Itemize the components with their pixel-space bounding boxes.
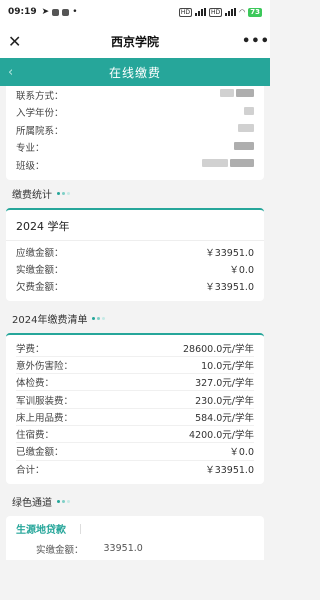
- fee-row: 住宿费： 4200.0元/学年: [16, 426, 254, 444]
- redacted-value: [220, 89, 254, 100]
- wifi-icon: ◠: [239, 8, 246, 16]
- loan-title-text: 生源地贷款: [16, 525, 66, 537]
- stats-label: 欠费金额：: [16, 282, 64, 293]
- fee-label: 意外伤害险：: [16, 360, 74, 372]
- stats-label: 实缴金额：: [16, 265, 64, 276]
- fee-label: 床上用品费：: [16, 412, 74, 424]
- fee-label: 合计：: [16, 465, 45, 477]
- info-row-contact: 联系方式：: [16, 86, 254, 104]
- info-row-department: 所属院系：: [16, 121, 254, 139]
- redacted-value: [244, 106, 254, 118]
- status-bar-left: 09:19 ➤ •: [8, 7, 78, 17]
- stats-value: ￥33951.0: [205, 248, 254, 259]
- dots-decoration-icon: [92, 317, 106, 320]
- fee-value: 10.0元/学年: [201, 360, 254, 372]
- fee-value: 584.0元/学年: [195, 412, 254, 424]
- section-title-text: 缴费统计: [12, 190, 52, 201]
- status-bar: 09:19 ➤ • HD HD ◠ 73: [0, 0, 270, 24]
- message-notification-icon: [62, 8, 70, 16]
- dots-decoration-icon: [57, 500, 70, 504]
- notification-dot-icon: •: [72, 7, 78, 17]
- signal-icon: [195, 8, 206, 16]
- clock: 09:19: [8, 7, 37, 17]
- fee-label: 学费：: [16, 343, 45, 355]
- academic-year-title: 2024 学年: [6, 210, 264, 241]
- info-label: 专业：: [16, 143, 45, 155]
- loan-paid-label: 实缴金额：: [36, 544, 84, 556]
- payment-stats-card: 2024 学年 应缴金额： ￥33951.0 实缴金额： ￥0.0 欠费金额： …: [6, 207, 264, 301]
- redacted-value: [202, 159, 254, 170]
- fee-value: ￥33951.0: [205, 465, 254, 477]
- stats-row-due: 应缴金额： ￥33951.0: [16, 244, 254, 261]
- title-bar: ✕ 西京学院 •••: [0, 24, 270, 58]
- info-row-major: 专业：: [16, 139, 254, 157]
- fee-label: 已缴金额：: [16, 447, 64, 459]
- page-header: ‹ 在线缴费: [0, 58, 270, 86]
- fee-row: 学费： 28600.0元/学年: [16, 340, 254, 357]
- hd-badge: HD: [178, 7, 192, 17]
- loan-type: 生源地贷款: [16, 520, 254, 538]
- payment-stats-heading: 缴费统计: [0, 180, 270, 208]
- navigation-arrow-icon: ➤: [41, 7, 50, 17]
- loan-paid-value: 33951.0: [103, 543, 143, 555]
- page-title: 在线缴费: [108, 65, 161, 80]
- fee-row: 已缴金额： ￥0.0: [16, 443, 254, 461]
- stats-row-paid: 实缴金额： ￥0.0: [16, 261, 254, 278]
- more-icon[interactable]: •••: [242, 34, 269, 49]
- info-label: 所属院系：: [16, 125, 64, 137]
- stats-value: ￥0.0: [229, 265, 254, 276]
- info-row-class: 班级：: [16, 156, 254, 174]
- status-bar-right: HD HD ◠ 73: [178, 7, 262, 17]
- fee-list-card: 学费： 28600.0元/学年 意外伤害险： 10.0元/学年 体检费： 327.0元…: [6, 332, 264, 484]
- app-title: 西京学院: [110, 34, 159, 49]
- fee-value: 4200.0元/学年: [189, 430, 254, 442]
- dots-decoration-icon: [57, 192, 70, 195]
- info-row-enroll-year: 入学年份：: [16, 104, 254, 122]
- fee-label: 军训服装费：: [16, 395, 74, 407]
- fee-row: 床上用品费： 584.0元/学年: [16, 409, 254, 426]
- fee-row: 军训服装费： 230.0元/学年: [16, 391, 254, 409]
- fee-list-heading: 2024年缴费清单: [0, 305, 270, 333]
- fee-row: 意外伤害险： 10.0元/学年: [16, 357, 254, 375]
- info-label: 入学年份：: [16, 108, 64, 120]
- stats-label: 应缴金额：: [16, 248, 64, 259]
- fee-label: 住宿费：: [16, 430, 55, 442]
- stats-value: ￥33951.0: [205, 282, 254, 293]
- fee-value: 230.0元/学年: [195, 395, 254, 407]
- green-channel-heading: 绿色通道: [0, 488, 270, 516]
- redacted-value: [234, 141, 254, 153]
- section-title-text: 绿色通道: [12, 498, 52, 510]
- payment-stats-rows: 应缴金额： ￥33951.0 实缴金额： ￥0.0 欠费金额： ￥33951.0: [6, 241, 264, 301]
- battery-icon: 73: [248, 7, 262, 17]
- close-icon[interactable]: ✕: [8, 32, 28, 51]
- student-info-card: 联系方式： 入学年份： 所属院系： 专业： 班级：: [6, 86, 264, 180]
- fee-row-total: 合计： ￥33951.0: [16, 461, 254, 478]
- stats-row-owed: 欠费金额： ￥33951.0: [16, 278, 254, 295]
- fee-value: ￥0.0: [229, 447, 254, 459]
- info-label: 班级：: [16, 160, 45, 172]
- fee-value: 28600.0元/学年: [183, 343, 254, 355]
- fee-value: 327.0元/学年: [195, 378, 254, 390]
- loan-paid-row: 实缴金额： 33951.0: [16, 538, 254, 560]
- green-channel-card: 生源地贷款 实缴金额： 33951.0: [6, 515, 264, 560]
- divider: [80, 523, 81, 534]
- signal-icon-2: [225, 8, 237, 16]
- fee-row: 体检费： 327.0元/学年: [16, 374, 254, 392]
- redacted-value: [238, 124, 254, 135]
- app-notification-icon: [52, 8, 60, 16]
- hd-badge-2: HD: [209, 7, 223, 17]
- section-title-text: 2024年缴费清单: [12, 315, 88, 326]
- chevron-left-icon[interactable]: ‹: [8, 65, 13, 80]
- fee-label: 体检费：: [16, 378, 55, 390]
- info-label: 联系方式：: [16, 90, 64, 102]
